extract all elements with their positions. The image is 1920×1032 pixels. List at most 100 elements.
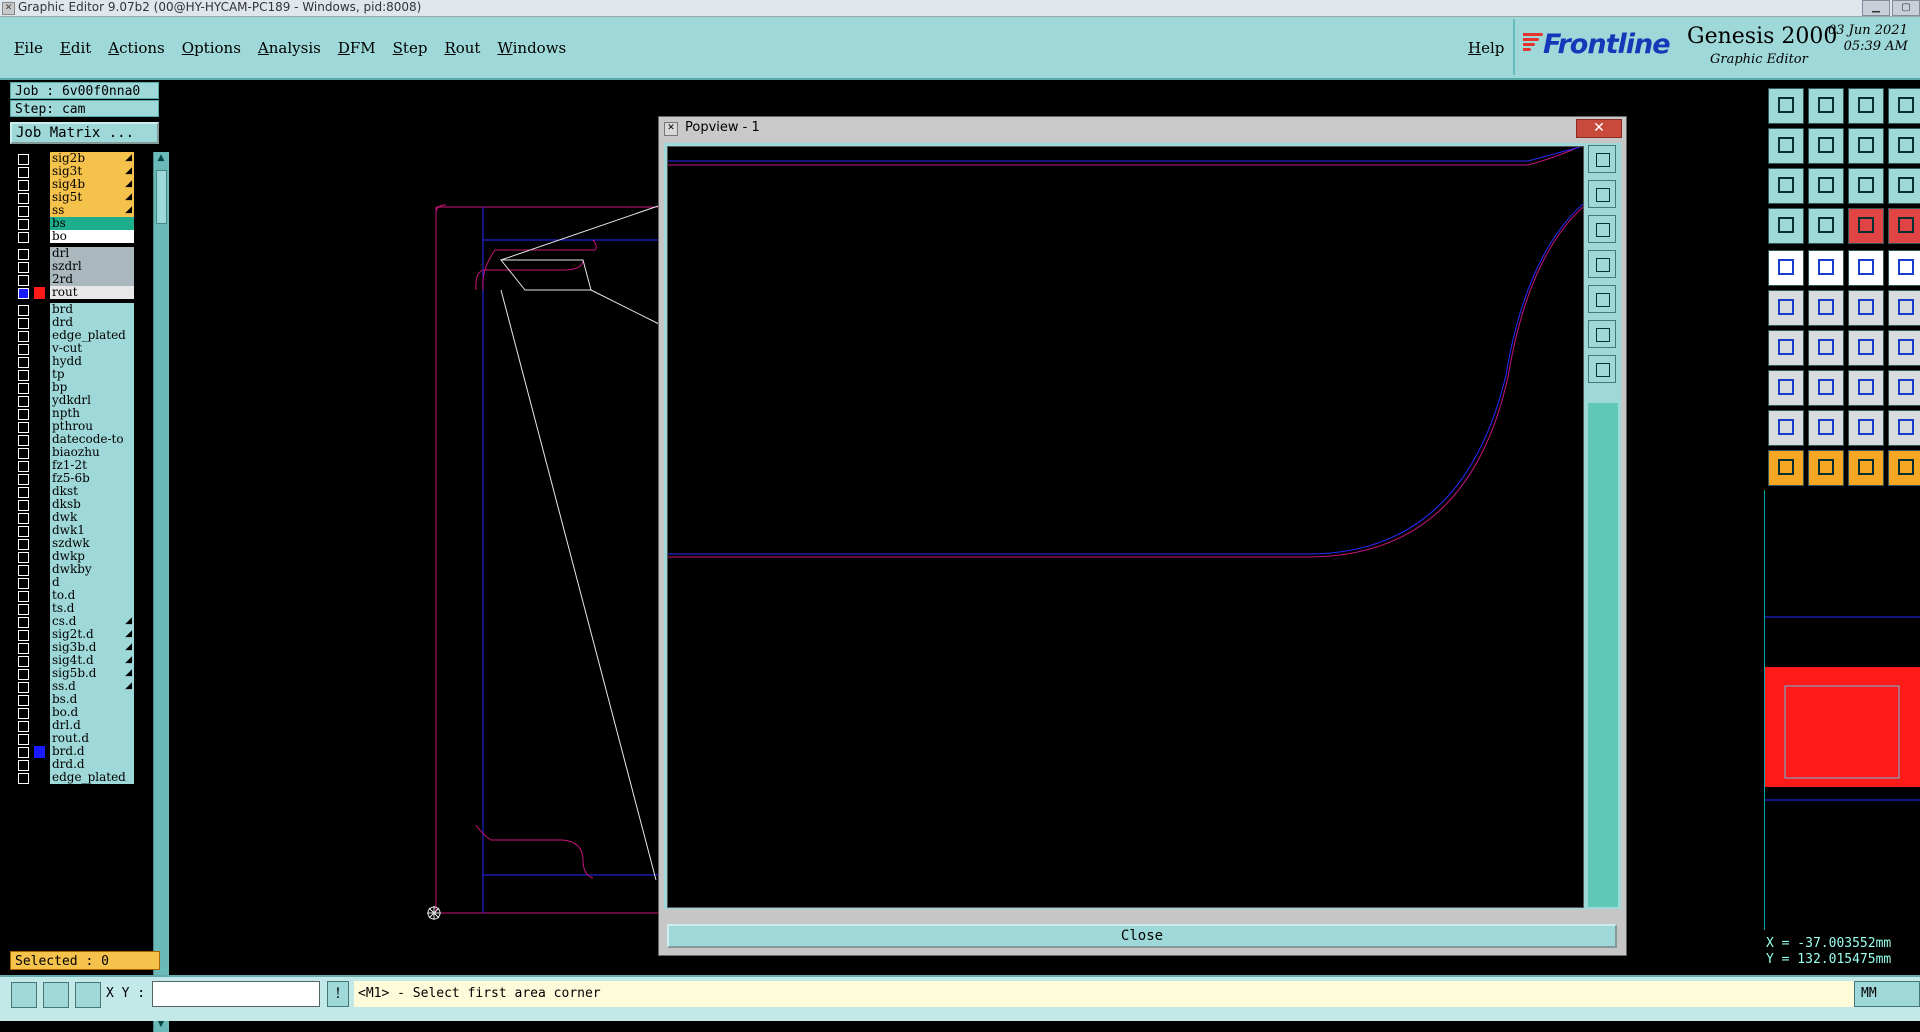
layer-name[interactable]: v-cut [50, 342, 134, 355]
delete-node-icon[interactable] [1808, 290, 1844, 326]
layer-checkbox[interactable] [18, 409, 29, 420]
layer-row[interactable]: szdrl [14, 260, 140, 274]
layer-checkbox[interactable] [18, 591, 29, 602]
layer-checkbox[interactable] [18, 552, 29, 563]
layer-checkbox[interactable] [18, 617, 29, 628]
xy-input[interactable] [152, 981, 320, 1007]
layer-name[interactable]: bo [50, 230, 134, 243]
layer-name[interactable]: szdwk [50, 537, 134, 550]
menu-options[interactable]: Options [182, 39, 241, 57]
layer-checkbox[interactable] [18, 435, 29, 446]
layer-name[interactable]: datecode-to [50, 433, 134, 446]
layer-checkbox[interactable] [18, 760, 29, 771]
layer-checkbox[interactable] [18, 305, 29, 316]
zoom-out-icon[interactable] [1588, 215, 1616, 243]
polygon-icon[interactable] [1808, 410, 1844, 446]
layer-name[interactable]: drl.d [50, 719, 134, 732]
layer-name[interactable]: bp [50, 381, 134, 394]
pick-icon[interactable] [1808, 450, 1844, 486]
layer-name[interactable]: brd.d [50, 745, 134, 758]
layer-name[interactable]: brd [50, 303, 134, 316]
layer-row[interactable]: sig2t.d ◢ [14, 628, 140, 642]
grid-mode-icon[interactable] [75, 982, 101, 1008]
layer-checkbox[interactable] [18, 318, 29, 329]
menu-actions[interactable]: Actions [108, 39, 164, 57]
layer-name[interactable]: ss [50, 204, 134, 217]
layer-name[interactable]: fz1-2t [50, 459, 134, 472]
pan-left-icon[interactable] [1768, 128, 1804, 164]
menu-edit[interactable]: Edit [60, 39, 91, 57]
angle-icon[interactable] [1768, 330, 1804, 366]
layer-name[interactable]: drd.d [50, 758, 134, 771]
copy-icon[interactable] [1888, 370, 1920, 406]
layer-name[interactable]: ss.d [50, 680, 134, 693]
layer-checkbox[interactable] [18, 669, 29, 680]
layer-checkbox[interactable] [18, 643, 29, 654]
layer-checkbox[interactable] [18, 288, 29, 299]
layer-checkbox[interactable] [18, 370, 29, 381]
layer-row[interactable]: sig4t.d ◢ [14, 654, 140, 668]
layer-row[interactable]: sig5b.d ◢ [14, 667, 140, 681]
layer-checkbox[interactable] [18, 656, 29, 667]
zoom-home-icon[interactable] [1588, 320, 1616, 348]
layer-row[interactable]: szdwk [14, 537, 140, 551]
layer-row[interactable]: npth [14, 407, 140, 421]
zoom-in-icon[interactable] [1588, 180, 1616, 208]
layer-row[interactable]: pthrou [14, 420, 140, 434]
layer-row[interactable]: v-cut [14, 342, 140, 356]
layer-checkbox[interactable] [18, 344, 29, 355]
layer-checkbox[interactable] [18, 526, 29, 537]
job-matrix-button[interactable]: Job Matrix ... [10, 122, 159, 144]
popview-close-button[interactable]: Close [667, 924, 1617, 948]
connect-icon[interactable] [1768, 290, 1804, 326]
layer-name[interactable]: dwkp [50, 550, 134, 563]
layer-row[interactable]: dwkby [14, 563, 140, 577]
menu-file[interactable]: File [14, 39, 43, 57]
menu-analysis[interactable]: Analysis [258, 39, 321, 57]
menu-rout[interactable]: Rout [444, 39, 480, 57]
maximize-icon[interactable]: ▢ [1892, 0, 1920, 16]
pad-round-icon[interactable] [1888, 250, 1920, 286]
layer-name[interactable]: tp [50, 368, 134, 381]
layer-name[interactable]: sig4b [50, 178, 134, 191]
minimize-icon[interactable]: ▁ [1862, 0, 1890, 16]
layer-checkbox[interactable] [18, 180, 29, 191]
grid-tool-icon[interactable] [1808, 208, 1844, 244]
layer-checkbox[interactable] [18, 565, 29, 576]
help-icon[interactable] [1888, 168, 1920, 204]
layer-row[interactable]: ts.d [14, 602, 140, 616]
zoom-area-icon[interactable] [1588, 355, 1616, 383]
stretch-icon[interactable] [1888, 128, 1920, 164]
layer-name[interactable]: sig3b.d [50, 641, 134, 654]
fill-icon[interactable] [1888, 410, 1920, 446]
layer-checkbox[interactable] [18, 734, 29, 745]
arc-icon[interactable] [1848, 330, 1884, 366]
menu-help[interactable]: Help [1468, 39, 1504, 57]
layer-name[interactable]: dwkby [50, 563, 134, 576]
layer-row[interactable]: ydkdrl [14, 394, 140, 408]
layer-row[interactable]: bo.d [14, 706, 140, 720]
layer-row[interactable]: fz5-6b [14, 472, 140, 486]
layer-name[interactable]: drd [50, 316, 134, 329]
select-arrow-icon[interactable] [1768, 450, 1804, 486]
zoom-back-icon[interactable] [1848, 128, 1884, 164]
split-icon[interactable] [1888, 290, 1920, 326]
layer-name[interactable]: d [50, 576, 134, 589]
resize-icon[interactable] [1848, 370, 1884, 406]
layer-row[interactable]: brd.d [14, 745, 140, 759]
layer-checkbox[interactable] [18, 578, 29, 589]
layer-name[interactable]: to.d [50, 589, 134, 602]
layer-name[interactable]: 2rd [50, 273, 134, 286]
route-icon[interactable] [1888, 450, 1920, 486]
layer-name[interactable]: sig2b [50, 152, 134, 165]
layer-checkbox[interactable] [18, 262, 29, 273]
layer-checkbox[interactable] [18, 604, 29, 615]
center-icon[interactable] [1808, 168, 1844, 204]
layer-name[interactable]: sig3t [50, 165, 134, 178]
ruler-icon[interactable] [1848, 250, 1884, 286]
layer-row[interactable]: ss.d ◢ [14, 680, 140, 694]
layer-name[interactable]: ts.d [50, 602, 134, 615]
layer-checkbox[interactable] [18, 154, 29, 165]
popview-canvas[interactable] [667, 144, 1584, 908]
menu-windows[interactable]: Windows [497, 39, 566, 57]
